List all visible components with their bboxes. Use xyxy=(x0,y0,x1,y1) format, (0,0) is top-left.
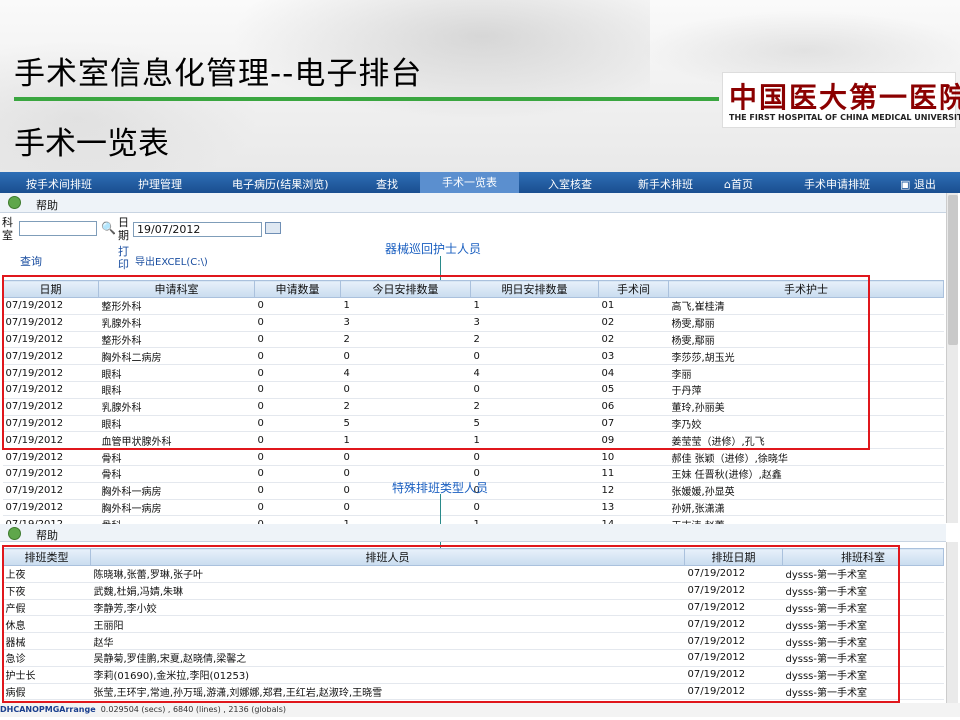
table-cell: 0 xyxy=(340,499,471,517)
table-cell: 14 xyxy=(598,515,669,524)
app-window: 按手术间排班 护理管理 电子病历(结果浏览) 查找 手术一览表 入室核查 新手术… xyxy=(0,172,960,720)
table-cell: 07/19/2012 xyxy=(2,482,99,500)
scrollbar-thumb[interactable] xyxy=(948,195,958,345)
table-cell: 1 xyxy=(340,515,471,524)
table-cell: 王志涛,赵蕾 xyxy=(668,515,944,524)
table-cell: 1 xyxy=(470,515,599,524)
logo-chinese-text: 中国医大第一医院 xyxy=(729,81,960,114)
logout-icon: ▣ xyxy=(900,178,914,191)
table-row[interactable]: 07/19/2012 胸外科一病房 0 0 0 13 孙妍,张潇潇 xyxy=(2,499,944,517)
table-cell: 孙妍,张潇潇 xyxy=(668,499,944,517)
table-cell: 郝佳 张颖（进修）,徐晓华 xyxy=(668,448,944,466)
table-cell: 0 xyxy=(470,499,599,517)
table-cell: 骨科 xyxy=(98,448,255,466)
slide-title: 手术室信息化管理--电子排台 xyxy=(14,56,423,92)
table-cell: 骨科 xyxy=(98,515,255,524)
status-app-name: DHCANOPMGArrange xyxy=(0,705,96,714)
highlight-box-nurses xyxy=(2,275,870,450)
table-cell: 0 xyxy=(340,448,471,466)
table-cell: 0 xyxy=(470,482,599,500)
nav-item-request[interactable]: 手术申请排班 xyxy=(804,176,870,192)
highlight-box-special xyxy=(2,545,900,703)
slide-subtitle: 手术一览表 xyxy=(14,126,169,162)
table-cell: 11 xyxy=(598,465,669,483)
table-cell: 0 xyxy=(254,465,341,483)
table-cell: 0 xyxy=(254,499,341,517)
grid2-scrollbar[interactable] xyxy=(946,542,958,703)
table-cell: 07/19/2012 xyxy=(2,448,99,466)
home-icon: ⌂ xyxy=(724,178,731,191)
table-cell: 0 xyxy=(254,482,341,500)
nav-item-new-schedule[interactable]: 新手术排班 xyxy=(638,176,693,192)
top-navigation: 按手术间排班 护理管理 电子病历(结果浏览) 查找 手术一览表 入室核查 新手术… xyxy=(0,172,960,193)
dept-input[interactable] xyxy=(19,221,97,236)
table-cell: 胸外科一病房 xyxy=(98,482,255,500)
calendar-icon[interactable] xyxy=(265,222,281,234)
hospital-logo: 中国医大第一医院 THE FIRST HOSPITAL OF CHINA MED… xyxy=(722,72,960,128)
table-cell: 10 xyxy=(598,448,669,466)
print-button[interactable]: 打印 xyxy=(118,245,130,271)
table-cell: 王妹 任晋秋(进修）,赵鑫 xyxy=(668,465,944,483)
nav-item-nursing[interactable]: 护理管理 xyxy=(138,176,182,192)
dept-lookup-icon[interactable]: 🔍 xyxy=(101,221,116,235)
table-row[interactable]: 07/19/2012骨科01114王志涛,赵蕾 xyxy=(2,515,944,524)
nav-item-home[interactable]: ⌂首页 xyxy=(724,176,753,192)
table-cell: 12 xyxy=(598,482,669,500)
table-cell: 张媛媛,孙显英 xyxy=(668,482,944,500)
grid-scrollbar[interactable] xyxy=(946,193,958,523)
callout-label-nurses: 器械巡回护士人员 xyxy=(385,242,482,256)
status-metrics: 0.029504 (secs) , 6840 (lines) , 2136 (g… xyxy=(100,705,287,714)
nav-item-room-schedule[interactable]: 按手术间排班 xyxy=(26,176,92,192)
date-input[interactable]: 19/07/2012 xyxy=(133,222,262,237)
table-cell: 0 xyxy=(470,448,599,466)
date-label: 日期 xyxy=(118,216,129,242)
title-divider xyxy=(14,97,719,101)
help-button[interactable]: 帮助 xyxy=(36,197,58,213)
export-excel-button[interactable]: 导出EXCEL(C:\) xyxy=(135,253,208,268)
logo-english-text: THE FIRST HOSPITAL OF CHINA MEDICAL UNIV… xyxy=(729,113,960,122)
toolbar-2: 帮助 xyxy=(0,524,946,542)
nav-item-checkin[interactable]: 入室核查 xyxy=(548,176,592,192)
nav-item-emr[interactable]: 电子病历(结果浏览) xyxy=(232,176,329,192)
help-icon[interactable] xyxy=(8,196,21,209)
help-icon[interactable] xyxy=(8,527,21,540)
status-bar: DHCANOPMGArrange 0.029504 (secs) , 6840 … xyxy=(0,703,960,717)
table-cell: 07/19/2012 xyxy=(2,465,99,483)
table-cell: 0 xyxy=(254,448,341,466)
query-button[interactable]: 查询 xyxy=(20,253,42,269)
table-cell: 胸外科一病房 xyxy=(98,499,255,517)
help-button-2[interactable]: 帮助 xyxy=(36,527,58,543)
table-cell: 0 xyxy=(254,515,341,524)
table-cell: 13 xyxy=(598,499,669,517)
dept-label: 科室 xyxy=(2,216,13,242)
table-cell: 骨科 xyxy=(98,465,255,483)
nav-item-logout[interactable]: ▣ 退出 xyxy=(900,176,936,192)
slide-header: 手术室信息化管理--电子排台 手术一览表 中国医大第一医院 THE FIRST … xyxy=(0,0,960,172)
nav-item-surgery-list[interactable]: 手术一览表 xyxy=(420,172,519,193)
table-row[interactable]: 07/19/2012 骨科 0 0 0 10 郝佳 张颖（进修）,徐晓华 xyxy=(2,448,944,466)
table-cell: 07/19/2012 xyxy=(2,499,99,517)
table-cell: 0 xyxy=(470,465,599,483)
table-cell: 07/19/2012 xyxy=(2,515,99,524)
toolbar: 帮助 xyxy=(0,193,946,213)
nav-item-search[interactable]: 查找 xyxy=(376,176,398,192)
